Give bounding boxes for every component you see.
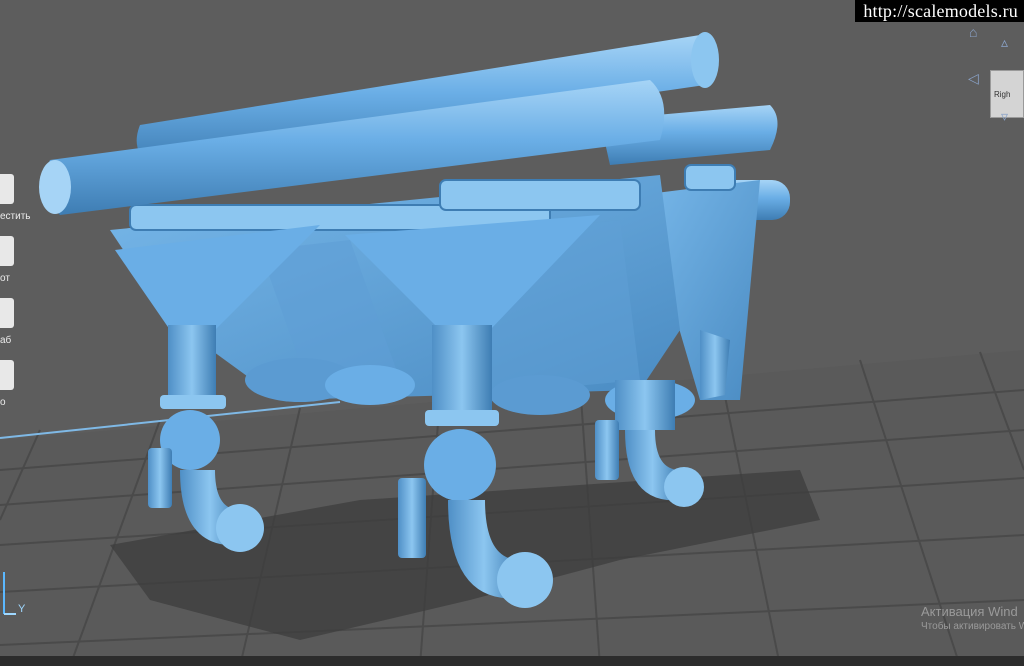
rotate-tool-label: от xyxy=(0,273,10,284)
rotate-tool-button[interactable] xyxy=(0,236,14,266)
y-axis-label: Y xyxy=(18,603,26,615)
arrow-left-icon[interactable]: ◁ xyxy=(968,70,979,87)
scale-tool-button[interactable] xyxy=(0,298,14,328)
scale-tool-label: аб xyxy=(0,335,12,346)
axis-indicator: Y xyxy=(0,570,40,620)
windows-activation-watermark: Активация Wind Чтобы активировать W xyxy=(921,604,1024,632)
activation-title: Активация Wind xyxy=(921,604,1018,619)
3d-viewport[interactable] xyxy=(0,0,1024,666)
mirror-tool-button[interactable] xyxy=(0,360,14,390)
bottom-status-bar xyxy=(0,656,1024,666)
place-tool-label: естить xyxy=(0,211,31,222)
home-icon[interactable]: ⌂ xyxy=(969,24,977,40)
activation-subtitle: Чтобы активировать W xyxy=(921,621,1024,632)
scene-canvas[interactable] xyxy=(0,0,1024,666)
arrow-up-icon[interactable]: ▵ xyxy=(1001,34,1008,51)
view-cube[interactable]: ⌂ ▵ ◁ Righ ▿ xyxy=(960,20,1024,140)
watermark-url: http://scalemodels.ru xyxy=(855,0,1024,22)
mirror-tool-label: о xyxy=(0,397,6,408)
view-cube-face-label: Righ xyxy=(994,90,1011,99)
arrow-down-icon[interactable]: ▿ xyxy=(1001,108,1008,125)
place-tool-button[interactable] xyxy=(0,174,14,204)
